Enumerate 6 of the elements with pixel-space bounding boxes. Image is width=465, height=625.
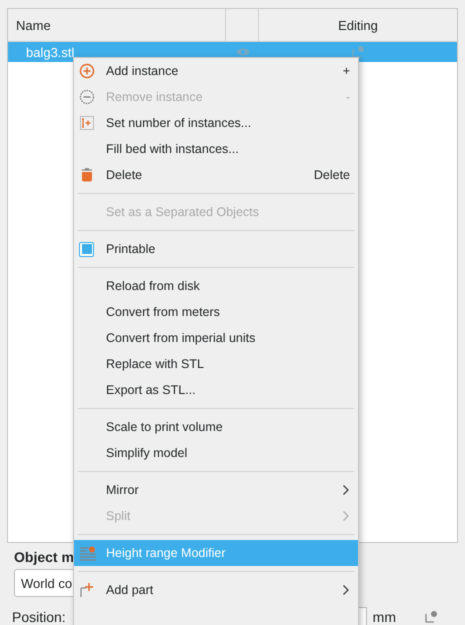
shortcut-label: - (346, 90, 350, 104)
group-title: Object m (13, 549, 74, 565)
unit-label: mm (372, 609, 396, 625)
shortcut-label: + (342, 64, 350, 78)
shortcut-label: Delete (314, 168, 350, 182)
field-label: Position: (12, 609, 66, 625)
